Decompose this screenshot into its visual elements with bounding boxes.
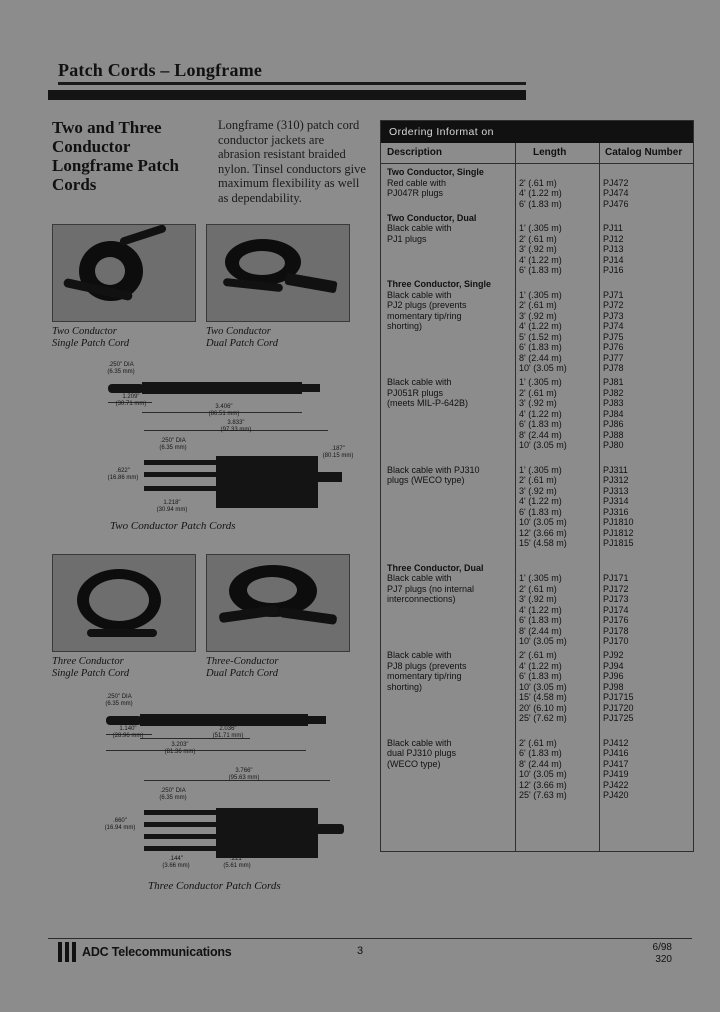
cell-description: Black cable with dual PJ310 plugs (WECO ty… — [387, 737, 457, 769]
dim-three-d4: 3.203" (81.36 mm) — [164, 742, 196, 755]
table-row: Two Conductor, Single Red cable with PJ047… — [381, 167, 693, 213]
dim-three-d1: .250" DIA (6.35 mm) — [105, 694, 133, 707]
cell-catalog-number: PJ71 PJ72 PJ73 PJ74 PJ75 PJ76 PJ77 PJ78 — [603, 289, 624, 374]
cell-catalog-number: PJ412 PJ416 PJ417 PJ419 PJ422 PJ420 — [603, 737, 629, 801]
header-rule-thin — [58, 82, 526, 85]
table-row: Black cable with dual PJ310 plugs (WECO ty… — [381, 738, 693, 815]
column-header-length: Length — [533, 147, 567, 158]
drawing-caption-two: Two Conductor Patch Cords — [110, 520, 236, 532]
cell-description: Three Conductor, Dual Black cable with PJ7… — [387, 562, 484, 605]
caption-three-conductor-single: Three Conductor Single Patch Cord — [52, 656, 130, 679]
caption-two-conductor-single: Two Conductor Single Patch Cord — [52, 326, 130, 349]
dim-three-d9: .221" (5.61 mm) — [223, 856, 251, 869]
dim-two-d7: .622" (16.86 mm) — [107, 468, 139, 481]
ordering-information-table: Ordering Informat on Description Length … — [380, 120, 694, 852]
drawing-three-conductor: .250" DIA (6.35 mm) 1.140" (28.96 mm) 2.… — [48, 690, 358, 900]
cell-length: 2' (.61 m) 6' (1.83 m) 8' (2.44 m) 10' (3.0… — [519, 737, 567, 801]
table-row: Two Conductor, Dual Black cable with PJ1 p… — [381, 213, 693, 280]
column-header-description: Description — [387, 147, 443, 158]
footer-rule — [48, 938, 692, 939]
cell-length: 1' (.305 m) 2' (.61 m) 3' (.92 m) 4' (1.22 … — [519, 223, 562, 275]
cell-catalog-number: PJ472 PJ474 PJ476 — [603, 177, 629, 209]
cell-description: Black cable with PJ8 plugs (prevents momen… — [387, 650, 467, 692]
page: Patch Cords – Longframe Two and Three Co… — [0, 0, 720, 1012]
dim-three-d2: 1.140" (28.96 mm) — [112, 726, 144, 739]
table-row: Three Conductor, Dual Black cable with PJ7… — [381, 563, 693, 651]
cell-length: 2' (.61 m) 4' (1.22 m) 6' (1.83 m) 10' (3.0… — [519, 650, 567, 723]
drawing-caption-three: Three Conductor Patch Cords — [148, 880, 281, 892]
table-header-row: Description Length Catalog Number — [381, 143, 693, 164]
photo-three-conductor-dual — [206, 554, 350, 652]
dim-three-d6: .250" DIA (6.35 mm) — [159, 788, 187, 801]
dim-two-d1: .250" DIA (6.35 mm) — [107, 362, 135, 375]
section-headline: Two and Three Conductor Longframe Patch … — [52, 118, 180, 194]
header-rule-thick — [48, 90, 526, 100]
footer-date: 6/98 — [652, 942, 672, 953]
footer-doc-number: 320 — [655, 954, 672, 965]
drawing-two-conductor: .250" DIA (6.35 mm) 1.209" (30.71 mm) 3.… — [48, 360, 358, 535]
column-header-catalog-number: Catalog Number — [605, 147, 683, 158]
page-title: Patch Cords – Longframe — [58, 60, 263, 80]
cell-description: Three Conductor, Single Black cable with P… — [387, 279, 492, 331]
photo-two-conductor-single — [52, 224, 196, 322]
cell-description: Two Conductor, Dual Black cable with PJ1 p… — [387, 212, 477, 244]
cell-description: Black cable with PJ310 plugs (WECO type) — [387, 464, 480, 486]
table-row: Black cable with PJ051R plugs (meets MIL-P… — [381, 377, 693, 465]
cell-catalog-number: PJ11 PJ12 PJ13 PJ14 PJ16 — [603, 223, 624, 275]
table-title: Ordering Informat on — [389, 126, 494, 138]
caption-two-conductor-dual: Two Conductor Dual Patch Cord — [206, 326, 278, 349]
table-row: Three Conductor, Single Black cable with P… — [381, 279, 693, 377]
dim-three-d3: 2.036" (51.71 mm) — [212, 726, 244, 739]
cell-catalog-number: PJ81 PJ82 PJ83 PJ84 PJ86 PJ88 PJ80 — [603, 377, 624, 450]
cell-catalog-number: PJ92 PJ94 PJ96 PJ98 PJ1715 PJ1720 PJ1725 — [603, 650, 634, 723]
dim-three-d5: 3.766" (95.63 mm) — [228, 768, 260, 781]
dim-two-d8: 1.218" (30.94 mm) — [156, 500, 188, 513]
cell-length: 2' (.61 m) 4' (1.22 m) 6' (1.83 m) — [519, 177, 562, 209]
dim-two-d6: .187" (80.15 mm) — [322, 446, 354, 459]
cell-catalog-number: PJ311 PJ312 PJ313 PJ314 PJ316 PJ1810 PJ1812 PJ1… — [603, 464, 634, 549]
footer-meta: 6/98 320 — [653, 942, 672, 966]
intro-paragraph: Longframe (310) patch cord conductor jac… — [218, 118, 366, 205]
cell-length: 1' (.305 m) 2' (.61 m) 3' (.92 m) 4' (1.22 … — [519, 289, 567, 374]
dim-three-d7: .660" (16.94 mm) — [104, 818, 136, 831]
dim-two-d4: 3.833" (97.33 mm) — [220, 420, 252, 433]
dim-three-d8: .144" (3.66 mm) — [162, 856, 190, 869]
dim-two-d3: 3.406" (86.51 mm) — [208, 404, 240, 417]
dim-two-d5: .250" DIA (6.35 mm) — [159, 438, 187, 451]
cell-description: Black cable with PJ051R plugs (meets MIL-P… — [387, 377, 469, 408]
page-number: 3 — [356, 945, 364, 957]
cell-length: 1' (.305 m) 2' (.61 m) 3' (.92 m) 4' (1.22 … — [519, 573, 567, 646]
cell-length: 1' (.305 m) 2' (.61 m) 3' (.92 m) 4' (1.22 … — [519, 377, 567, 450]
cell-catalog-number: PJ171 PJ172 PJ173 PJ174 PJ176 PJ178 PJ170 — [603, 573, 629, 646]
photo-three-conductor-single — [52, 554, 196, 652]
photo-two-conductor-dual — [206, 224, 350, 322]
dim-two-d2: 1.209" (30.71 mm) — [115, 394, 147, 407]
table-row: Black cable with PJ8 plugs (prevents momen… — [381, 650, 693, 738]
table-title-bar: Ordering Informat on — [381, 121, 693, 143]
cell-length: 1' (.305 m) 2' (.61 m) 3' (.92 m) 4' (1.22 … — [519, 464, 567, 549]
caption-three-conductor-dual: Three-Conductor Dual Patch Cord — [206, 656, 279, 679]
cell-description: Two Conductor, Single Red cable with PJ047… — [387, 167, 484, 198]
table-row: Black cable with PJ310 plugs (WECO type) 1… — [381, 465, 693, 563]
page-sheet: Patch Cords – Longframe Two and Three Co… — [20, 20, 700, 980]
